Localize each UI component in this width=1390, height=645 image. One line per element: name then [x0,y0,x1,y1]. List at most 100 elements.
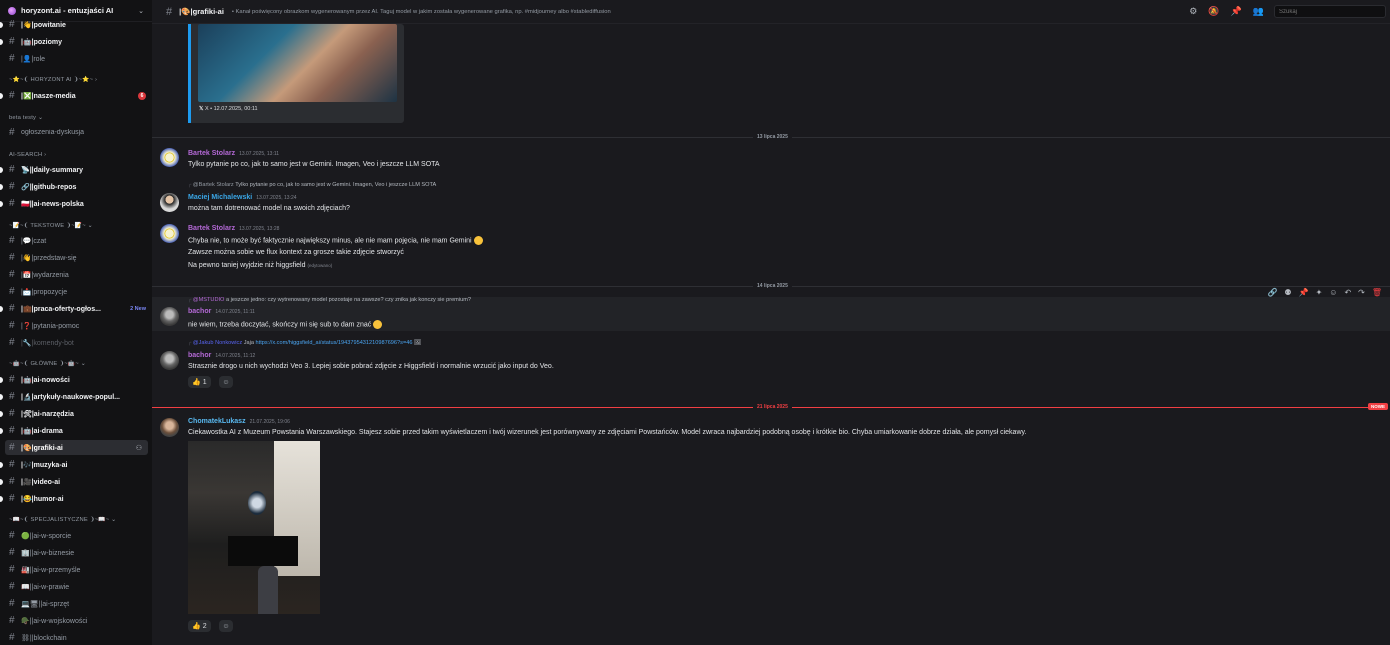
channel-label: |🔧|komendy-bot [21,339,74,347]
channel-video-ai[interactable]: # |🎥|video-ai [0,474,152,489]
category-specjalistyczne[interactable]: ~📖~❨ SPECJALISTYCZNE ❩~📖~ ⌄ [9,517,116,527]
channel-topic[interactable]: • Kanał poświęcony obrazkom wygenerowany… [232,9,1189,15]
channel-blockchain[interactable]: # ⛓||blockchain [0,630,152,645]
pin-icon[interactable]: 📌 [1231,6,1242,17]
pin-icon[interactable]: 📌 [1299,288,1309,297]
channel-ai-w-prawie[interactable]: # 📖||ai-w-prawie [0,579,152,594]
channel-label: 📖||ai-w-prawie [21,583,70,591]
channel-humor-ai[interactable]: # |😂|humor-ai [0,491,152,506]
channel-ai-nowosci[interactable]: # |🤖|ai-nowości [0,372,152,387]
channel-label: 🟢||ai-w-sporcie [21,532,72,540]
notification-bell-icon[interactable]: 🔕 [1208,6,1219,17]
reaction-thumbs-up[interactable]: 👍 1 [188,376,211,388]
server-icon [8,6,16,15]
hash-icon: # [9,90,15,101]
channel-czat[interactable]: # |💬|czat [0,233,152,248]
channel-grafiki-ai[interactable]: # |🎨|grafiki-ai ⚇ [5,440,148,455]
forward-icon[interactable]: ↷ [1358,288,1365,297]
hash-icon: # [9,36,15,47]
channel-nasze-media[interactable]: # |❎|nasze-media 6 [0,88,152,103]
message-timestamp: 13.07.2025, 13:28 [239,226,280,232]
members-icon[interactable]: 👥 [1253,6,1264,17]
search-input[interactable] [1274,5,1386,18]
add-reaction-button[interactable]: ☺ [219,620,233,632]
category-horyzont[interactable]: ~⭐~❨ HORYZONT AI ❩~⭐~ › [9,77,97,87]
hash-icon: # [9,425,15,436]
category-ai-search[interactable]: AI-SEARCH › [9,152,46,162]
channel-ai-w-biznesie[interactable]: # 🏢||ai-w-biznesie [0,545,152,560]
category-glowne[interactable]: ~🤖~❨ GŁÓWNE ❩~🤖~ ⌄ [9,361,86,371]
avatar[interactable] [160,193,179,212]
channel-artykuly[interactable]: # |🔬|artykuły-naukowe-popul... [0,389,152,404]
apps-icon[interactable]: ✦ [1316,288,1323,297]
channel-powitanie[interactable]: # |👋|powitanie [0,17,152,32]
channel-pytania-pomoc[interactable]: # |❓|pytania-pomoc [0,318,152,333]
add-user-icon[interactable]: ⚇ [136,444,142,452]
channel-ogloszenia[interactable]: # ogłoszenia-dyskusja [0,125,152,140]
message-image[interactable] [188,441,320,614]
channel-label: 🪖||ai-w-wojskowości [21,617,88,625]
hash-icon: # [9,269,15,280]
new-badge: NOWE [1368,403,1388,410]
chevron-down-icon[interactable]: ⌄ [138,7,144,15]
reaction-count: 2 [202,622,207,630]
message-author[interactable]: bachor [188,352,211,359]
link-icon[interactable]: 🔗 [1267,288,1277,297]
thumbs-up-icon: 👍 [192,379,201,386]
channel-muzyka-ai[interactable]: # |🎶|muzyka-ai [0,457,152,472]
message-author[interactable]: Maciej Michalewski [188,194,252,201]
person-silhouette [258,566,278,614]
channel-ai-drama[interactable]: # |🤖|ai-drama [0,423,152,438]
hash-icon: # [9,252,15,263]
hash-icon: # [166,5,173,18]
channel-label: 🔗||github-repos [21,183,77,191]
channel-label: 📡||daily-summary [21,166,84,174]
channel-przedstaw-sie[interactable]: # |👋|przedstaw-się [0,250,152,265]
avatar[interactable] [160,148,179,167]
message-author[interactable]: Bartek Stolarz [188,150,235,157]
reply-preview[interactable]: ╭ @MSTUDIO a jeszcze jedno: czy wytrenow… [188,297,471,303]
message-author[interactable]: bachor [188,308,211,315]
message-text: Ciekawostka AI z Muzeum Powstania Warsza… [188,429,1027,436]
avatar[interactable] [160,351,179,370]
threads-icon[interactable]: ⚙ [1189,6,1197,17]
category-tekstowe[interactable]: ~📝~❨ TEKSTOWE ❩~📝~ ⌄ [9,223,93,233]
channel-daily-summary[interactable]: # 📡||daily-summary [0,162,152,177]
reply-preview[interactable]: ╭ @Bartek Stolarz Tylko pytanie po co, j… [188,182,436,188]
avatar[interactable] [160,307,179,326]
avatar[interactable] [160,224,179,243]
channel-role[interactable]: # |👤|role [0,51,152,66]
message-author[interactable]: Bartek Stolarz [188,225,235,232]
avatar[interactable] [160,418,179,437]
add-reaction-button[interactable]: ☺ [219,376,233,388]
channel-wydarzenia[interactable]: # |📅|wydarzenia [0,267,152,282]
channel-ai-w-przemysle[interactable]: # 🏭||ai-w-przemyśle [0,562,152,577]
embed-image[interactable] [198,24,397,102]
reaction-thumbs-up[interactable]: 👍 2 [188,620,211,632]
channel-ai-sprzet[interactable]: # 💻🖥||ai-sprzęt [0,596,152,611]
hash-icon: # [9,235,15,246]
channel-ai-w-sporcie[interactable]: # 🟢||ai-w-sporcie [0,528,152,543]
channel-komendy-bot[interactable]: # |🔧|komendy-bot [0,335,152,350]
hash-icon: # [9,547,15,558]
channel-ai-news-polska[interactable]: # 🇵🇱||ai-news-polska [0,196,152,211]
channel-ai-narzedzia[interactable]: # |🛠|ai-narzędzia [0,406,152,421]
mention-badge: 6 [138,91,146,100]
channel-poziomy[interactable]: # |🤖|poziomy [0,34,152,49]
hash-icon: # [9,19,15,30]
add-reaction-icon[interactable]: ☺ [1329,288,1337,297]
message-timestamp: 13.07.2025, 13:24 [256,195,297,201]
reply-icon[interactable]: ↶ [1344,288,1351,297]
channel-label: |❓|pytania-pomoc [21,322,80,330]
reply-preview[interactable]: ╭ @Jakub Nonkowicz Jaja https://x.com/hi… [188,340,421,346]
channel-propozycje[interactable]: # |📩|propozycje [0,284,152,299]
channel-header: # |🎨|grafiki-ai • Kanał poświęcony obraz… [152,0,1390,24]
channel-label: |👤|role [21,55,46,63]
delete-icon[interactable]: 🗑 [1372,288,1382,297]
bot-icon[interactable]: ⚉ [1284,288,1291,297]
channel-ai-w-wojskowosci[interactable]: # 🪖||ai-w-wojskowości [0,613,152,628]
channel-praca-oferty[interactable]: # |💼|praca-oferty-ogłos... 2 New [0,301,152,316]
category-beta[interactable]: beta testy ⌄ [9,115,43,125]
message-author[interactable]: ChomatekLukasz [188,418,246,425]
channel-github-repos[interactable]: # 🔗||github-repos [0,179,152,194]
